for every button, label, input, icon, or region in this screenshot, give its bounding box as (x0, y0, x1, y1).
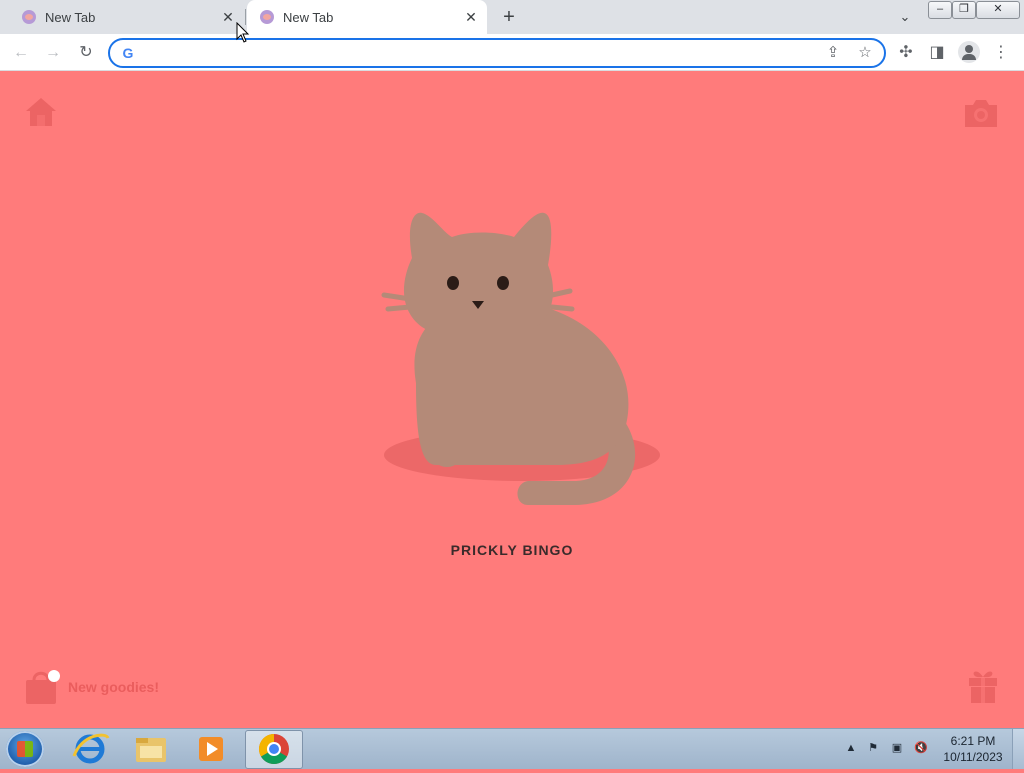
show-hidden-icons-arrow-icon[interactable]: ▲ (844, 741, 858, 755)
taskbar-google-chrome[interactable] (245, 730, 303, 769)
windows-taskbar: ▲ ⚑ ▣ 🔇 6:21 PM 10/11/2023 (0, 728, 1024, 769)
extensions-puzzle-icon[interactable]: ✣ (895, 42, 917, 64)
chrome-icon (258, 734, 289, 765)
start-button[interactable] (6, 731, 44, 767)
window-restore-button[interactable]: ❐ (952, 1, 976, 19)
volume-muted-icon[interactable]: 🔇 (914, 741, 928, 755)
window-close-button[interactable]: ✕ (976, 1, 1020, 19)
google-g-icon: G (122, 45, 134, 61)
show-desktop-button[interactable] (1012, 729, 1024, 769)
shopping-bag-icon (26, 670, 60, 704)
tab-close-icon[interactable]: ✕ (463, 9, 479, 25)
tab-1[interactable]: New Tab ✕ (8, 0, 244, 34)
taskbar-internet-explorer[interactable] (62, 730, 118, 767)
window-minimize-button[interactable]: – (928, 1, 952, 19)
tab-strip: New Tab ✕ New Tab ✕ + ⌄ – ❐ ✕ (0, 0, 1024, 34)
address-input[interactable] (144, 43, 808, 65)
new-goodies-button[interactable]: New goodies! (24, 667, 159, 707)
side-panel-icon[interactable]: ◨ (926, 42, 948, 64)
tab-favicon-icon (22, 10, 36, 24)
internet-explorer-icon (72, 733, 110, 764)
clock-date: 10/11/2023 (943, 750, 1003, 764)
new-tab-button[interactable]: + (498, 6, 520, 28)
cat-illustration[interactable] (376, 203, 666, 513)
forward-arrow-icon[interactable]: → (42, 42, 64, 64)
camera-icon[interactable] (962, 97, 1000, 129)
system-clock[interactable]: 6:21 PM 10/11/2023 (938, 733, 1008, 765)
profile-avatar-icon[interactable] (958, 41, 980, 63)
tab-search-chevron-icon[interactable]: ⌄ (896, 8, 914, 26)
reload-icon[interactable]: ↻ (75, 42, 97, 64)
action-center-flag-icon[interactable]: ⚑ (866, 741, 880, 755)
tab-title: New Tab (45, 9, 96, 25)
browser-toolbar: ← → ↻ G ⇪ ☆ ✣ ◨ ⋮ (0, 34, 1024, 71)
home-icon[interactable] (24, 95, 58, 129)
bookmark-star-icon[interactable]: ☆ (856, 44, 874, 62)
new-tab-page: PRICKLY BINGO New goodies! (0, 71, 1024, 728)
goodies-label: New goodies! (68, 679, 160, 695)
clock-time: 6:21 PM (950, 734, 996, 748)
back-arrow-icon[interactable]: ← (10, 42, 32, 64)
menu-kebab-icon[interactable]: ⋮ (990, 42, 1012, 64)
tab-2-active[interactable]: New Tab ✕ (247, 0, 487, 34)
network-icon[interactable]: ▣ (890, 741, 904, 755)
tab-title: New Tab (283, 9, 334, 25)
media-player-icon (199, 737, 223, 761)
taskbar-media-player[interactable] (182, 730, 238, 767)
tab-close-icon[interactable]: ✕ (220, 9, 236, 25)
gift-icon[interactable] (966, 667, 1000, 705)
taskbar-windows-explorer[interactable] (122, 730, 178, 767)
mouse-pointer-icon (236, 22, 250, 43)
folder-icon (136, 738, 166, 762)
cat-name-label: PRICKLY BINGO (450, 542, 574, 558)
share-icon[interactable]: ⇪ (824, 44, 842, 62)
tab-favicon-icon (260, 10, 274, 24)
address-bar[interactable]: G ⇪ ☆ (108, 38, 886, 68)
